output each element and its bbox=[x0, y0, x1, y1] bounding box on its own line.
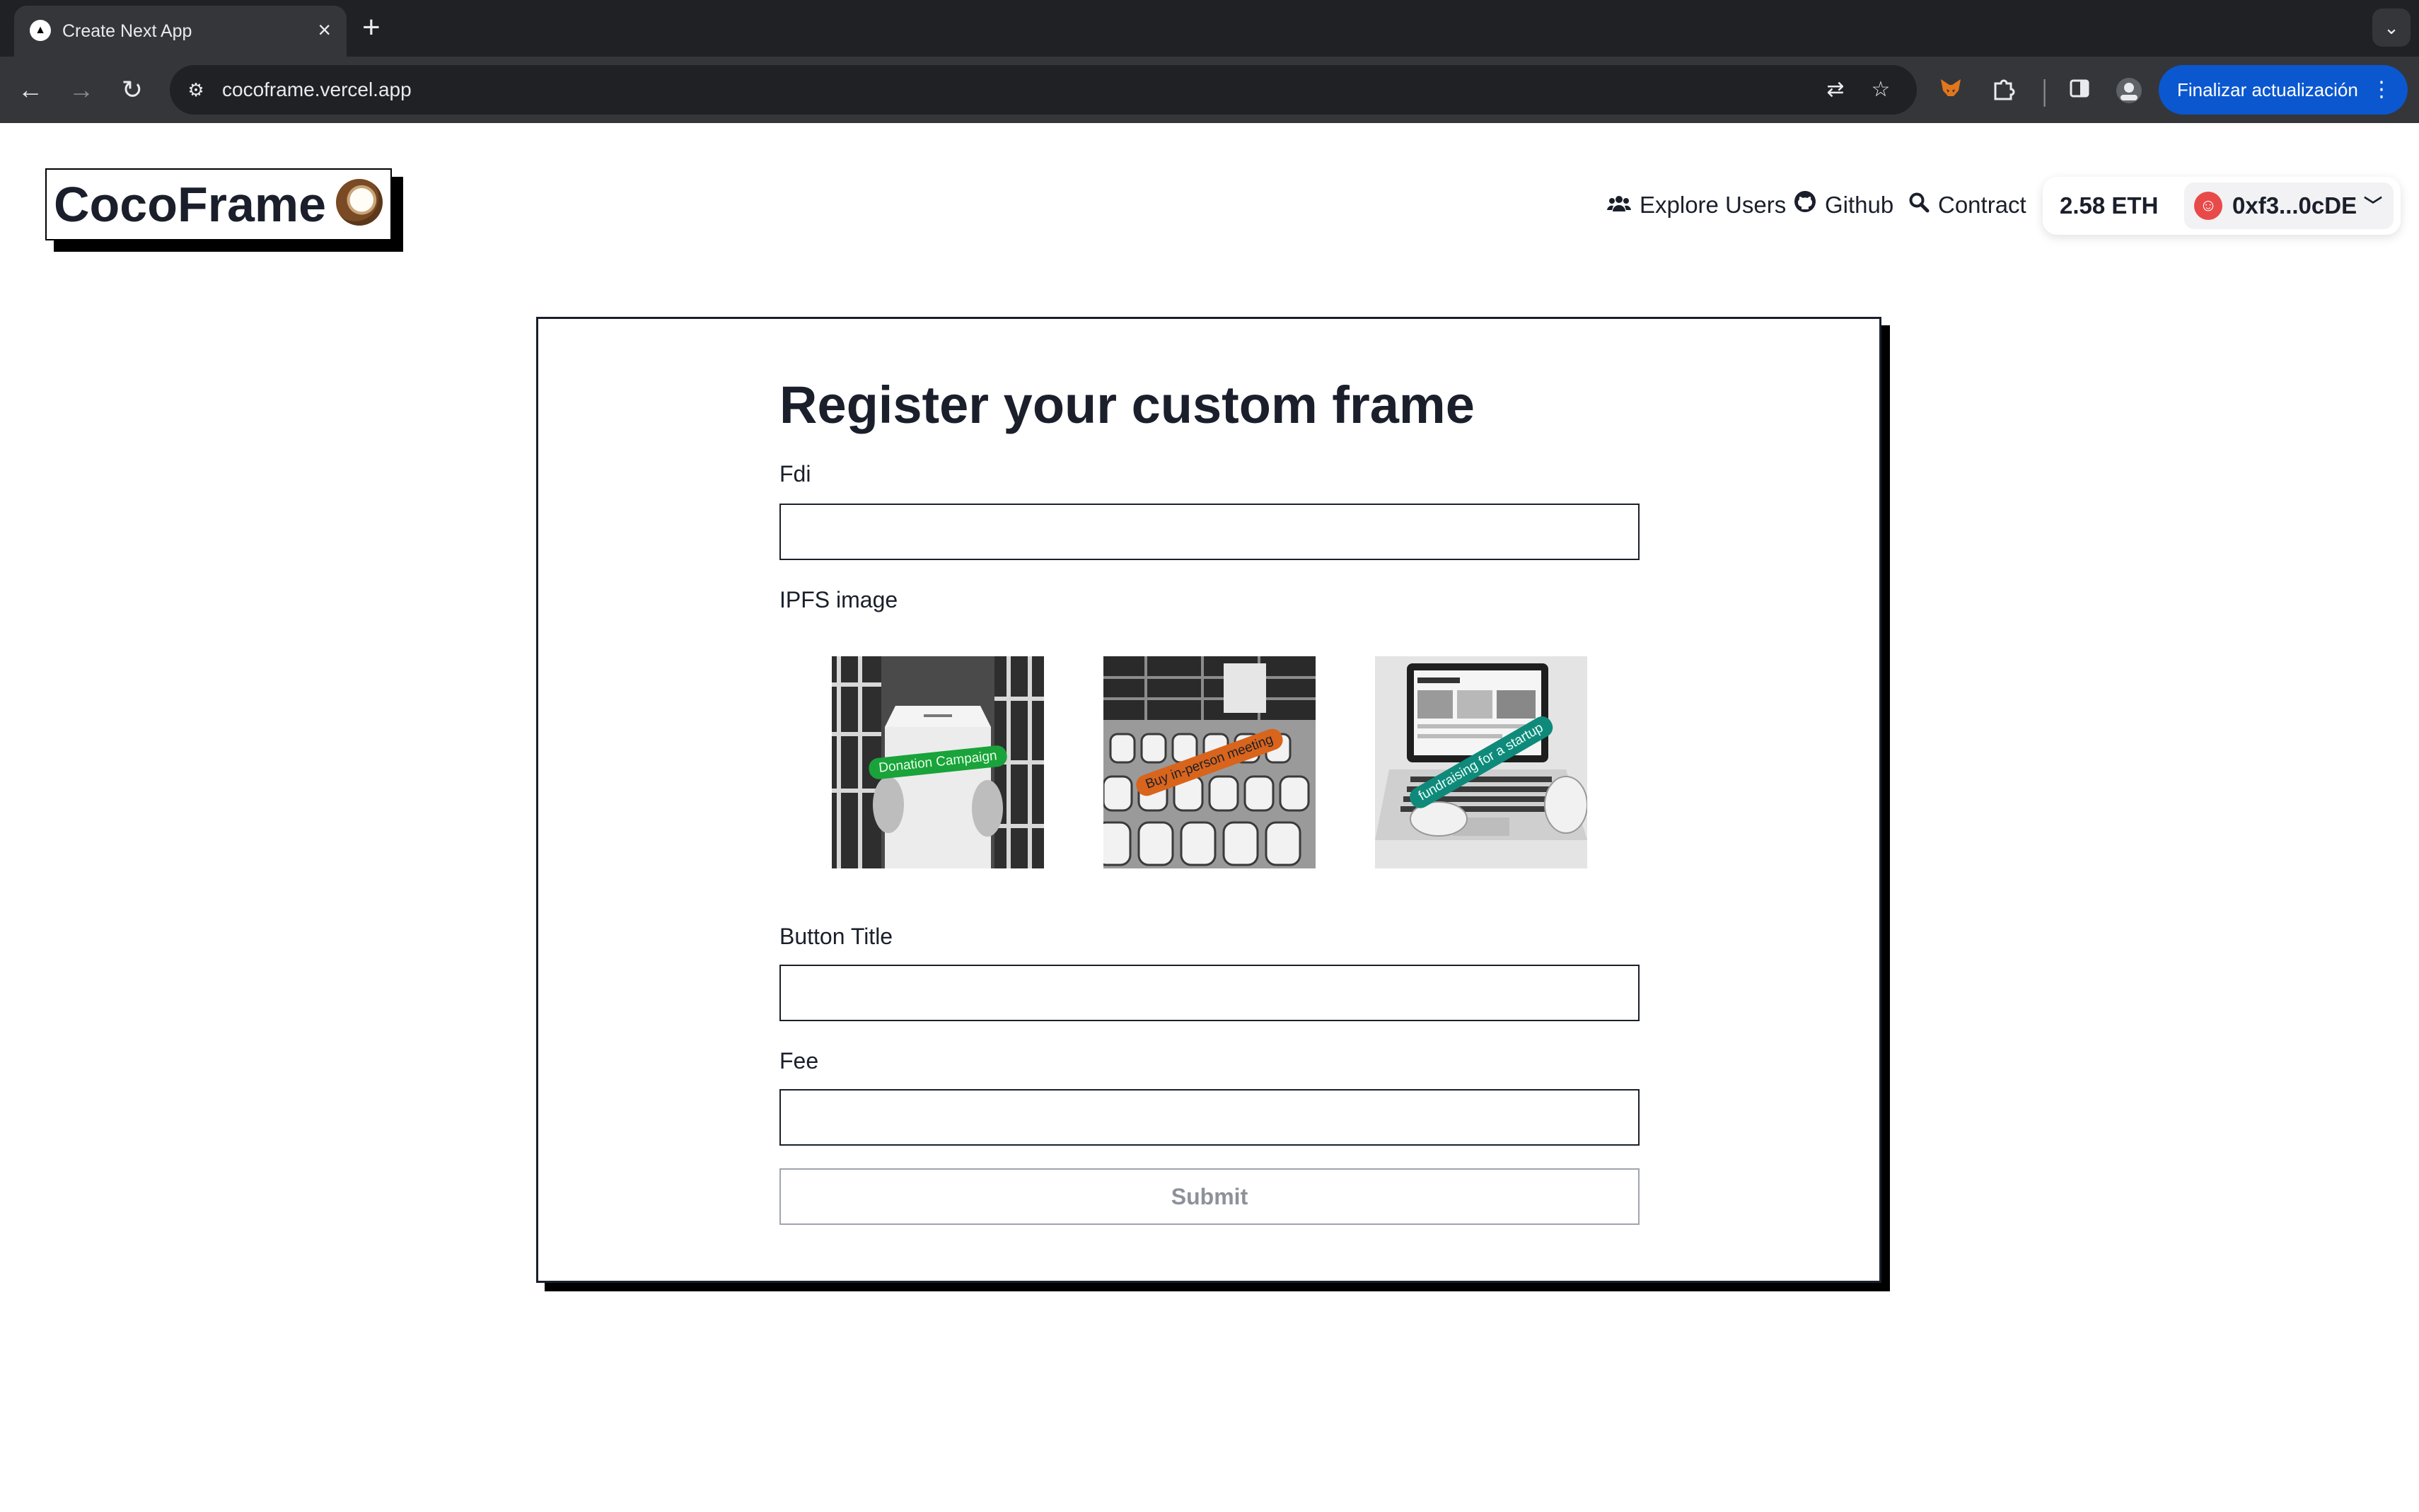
side-panel-icon[interactable] bbox=[2064, 76, 2095, 107]
browser-toolbar: ← → ↻ ⚙ cocoframe.vercel.app ⇄ ☆ │ Final… bbox=[0, 57, 2419, 123]
fee-label: Fee bbox=[779, 1048, 819, 1074]
wallet-widget: 2.58 ETH ☺ 0xf3...0cDE ﹀ bbox=[2043, 177, 2401, 235]
eth-balance[interactable]: 2.58 ETH bbox=[2060, 177, 2158, 235]
forward-arrow-icon[interactable]: → bbox=[61, 69, 102, 110]
ipfs-image-option-donation[interactable]: Donation Campaign bbox=[832, 656, 1044, 868]
ipfs-image-option-startup[interactable]: fundraising for a startup bbox=[1375, 656, 1587, 868]
close-tab-icon[interactable]: × bbox=[318, 17, 331, 42]
nav-explore-users[interactable]: Explore Users bbox=[1607, 185, 1786, 225]
browser-tab[interactable]: ▲ Create Next App × bbox=[14, 6, 347, 57]
logo: CocoFrame bbox=[45, 168, 392, 240]
profile-avatar-icon[interactable] bbox=[2113, 76, 2145, 107]
finish-update-label: Finalizar actualización bbox=[2177, 79, 2358, 100]
nav-github[interactable]: Github bbox=[1794, 185, 1893, 225]
nav-contract-label: Contract bbox=[1938, 192, 2026, 218]
fee-input[interactable] bbox=[779, 1089, 1640, 1146]
button-title-label: Button Title bbox=[779, 924, 893, 949]
account-button[interactable]: ☺ 0xf3...0cDE ﹀ bbox=[2184, 182, 2394, 229]
nav-contract[interactable]: Contract bbox=[1908, 185, 2026, 225]
ipfs-image-option-meeting[interactable]: Buy in-person meeting bbox=[1103, 656, 1316, 868]
new-tab-button[interactable]: + bbox=[362, 8, 381, 47]
coconut-icon bbox=[336, 179, 383, 226]
submit-button[interactable]: Submit bbox=[779, 1168, 1640, 1225]
toolbar-divider: │ bbox=[2038, 79, 2053, 105]
account-avatar-icon: ☺ bbox=[2194, 192, 2222, 220]
address-bar[interactable]: ⚙ cocoframe.vercel.app ⇄ ☆ bbox=[170, 65, 1917, 115]
extensions-puzzle-icon[interactable] bbox=[1988, 76, 2019, 107]
tab-search-chevron-icon[interactable]: ⌄ bbox=[2372, 8, 2411, 47]
search-icon bbox=[1908, 187, 1930, 226]
fdi-input[interactable] bbox=[779, 504, 1640, 560]
back-arrow-icon[interactable]: ← bbox=[10, 69, 51, 110]
logo-link[interactable]: CocoFrame bbox=[45, 168, 403, 252]
url-text[interactable]: cocoframe.vercel.app bbox=[222, 78, 412, 101]
ipfs-image-label: IPFS image bbox=[779, 587, 898, 612]
page-title: Register your custom frame bbox=[779, 376, 1475, 434]
finish-update-button[interactable]: Finalizar actualización ⋮ bbox=[2159, 65, 2408, 115]
github-icon bbox=[1794, 187, 1816, 226]
account-address: 0xf3...0cDE bbox=[2232, 192, 2357, 219]
button-title-input[interactable] bbox=[779, 965, 1640, 1021]
tab-title: Create Next App bbox=[62, 21, 192, 41]
bookmark-star-icon[interactable]: ☆ bbox=[1866, 75, 1896, 105]
metamask-fox-icon[interactable] bbox=[1935, 75, 1966, 106]
fdi-label: Fdi bbox=[779, 461, 811, 487]
nextjs-favicon-icon: ▲ bbox=[30, 20, 51, 41]
browser-tab-bar: ▲ Create Next App × + ⌄ bbox=[0, 0, 2419, 57]
logo-text: CocoFrame bbox=[54, 177, 327, 232]
reload-icon[interactable]: ↻ bbox=[112, 69, 153, 110]
nav-github-label: Github bbox=[1825, 192, 1894, 218]
chevron-down-icon: ﹀ bbox=[2363, 195, 2382, 216]
users-icon bbox=[1607, 187, 1631, 226]
nav-explore-users-label: Explore Users bbox=[1640, 192, 1787, 218]
translate-icon[interactable]: ⇄ bbox=[1821, 75, 1850, 105]
more-vert-icon: ⋮ bbox=[2371, 78, 2392, 101]
site-settings-icon[interactable]: ⚙ bbox=[181, 75, 211, 105]
